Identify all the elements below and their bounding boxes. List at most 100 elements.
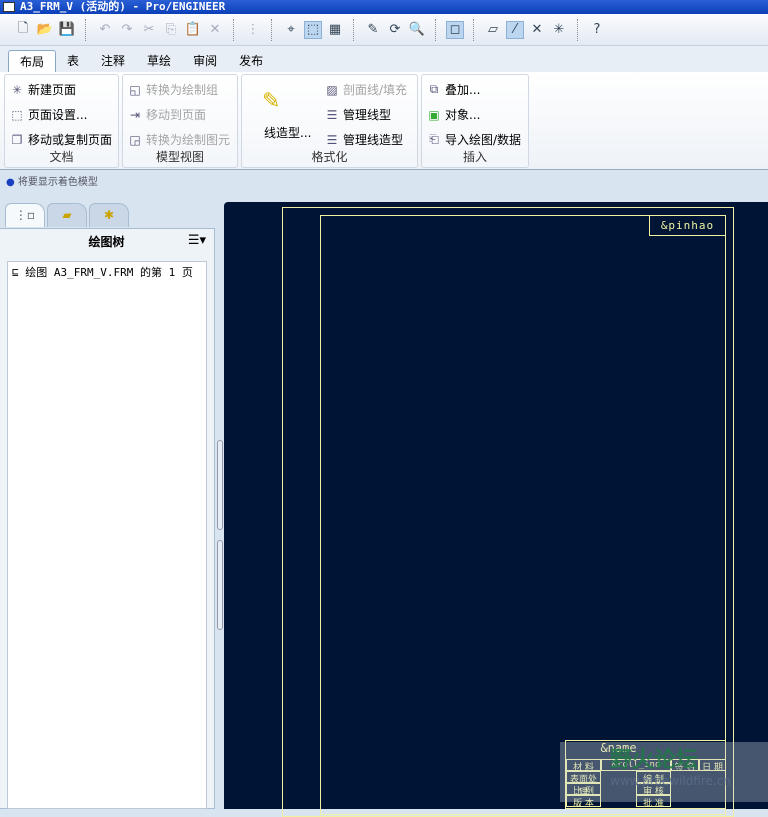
- tab-publish[interactable]: 发布: [228, 50, 274, 72]
- tree-item-label: 绘图 A3_FRM_V.FRM 的第 1 页: [25, 266, 193, 279]
- move-page-icon: ⇥: [129, 107, 141, 122]
- undo-icon[interactable]: ↶: [96, 21, 114, 39]
- line-style-icon: ✎: [262, 89, 281, 114]
- context-help-icon[interactable]: ?: [588, 21, 606, 39]
- tab-review[interactable]: 审阅: [182, 50, 228, 72]
- label: 对象...: [445, 108, 481, 122]
- copy-page-icon: ❐: [11, 132, 23, 147]
- title-bar: A3_FRM_V (活动的) - Pro/ENGINEER: [0, 0, 768, 14]
- separator: [473, 18, 475, 41]
- group-document: ✳ 新建页面 ⬚ 页面设置... ❐ 移动或复制页面 文档: [4, 74, 119, 168]
- model-tree-tab-icon[interactable]: ⋮▫: [5, 203, 45, 227]
- message-area: ● 将要显示着色模型: [0, 172, 768, 196]
- folder-browser-tab-icon[interactable]: ▰: [47, 203, 87, 227]
- bullet-icon: ●: [6, 177, 15, 188]
- label: 转换为绘制图元: [146, 133, 231, 147]
- tab-layout[interactable]: 布局: [8, 50, 57, 72]
- drawing-inner-border: [320, 215, 726, 815]
- delete-icon[interactable]: ✕: [206, 21, 224, 39]
- page-setup-icon: ⬚: [11, 107, 23, 122]
- manage-linetype-button[interactable]: ☰ 管理线型: [324, 106, 391, 123]
- redo-icon[interactable]: ↷: [118, 21, 136, 39]
- watermark-url: www.proewildfire.cn: [610, 774, 731, 788]
- label: 新建页面: [28, 83, 77, 97]
- label: 管理线造型: [343, 133, 404, 147]
- hatch-icon: ▨: [326, 82, 338, 97]
- help-select-icon[interactable]: ▦: [326, 21, 344, 39]
- separator: [577, 18, 579, 41]
- linetype-icon: ☰: [326, 107, 338, 122]
- watermark: 野火论坛 www.proewildfire.cn: [560, 742, 768, 802]
- splitter-handle[interactable]: [217, 540, 223, 630]
- group-model-view: ◱ 转换为绘制组 ⇥ 移动到页面 ◲ 转换为绘制图元 模型视图: [122, 74, 238, 168]
- display-style-icon[interactable]: ◻: [446, 20, 464, 39]
- group-label: 模型视图: [155, 150, 204, 164]
- manage-linestyle-button[interactable]: ☰ 管理线造型: [324, 131, 403, 148]
- tree-icon[interactable]: ⋮: [244, 21, 262, 39]
- sheet-icon: ⊑: [12, 266, 19, 279]
- app-icon: [3, 2, 15, 12]
- csys-display-icon[interactable]: ✳: [550, 21, 568, 39]
- import-icon: ⎗: [429, 132, 439, 146]
- point-display-icon[interactable]: ✕: [528, 21, 546, 39]
- line-style-button[interactable]: 线造型...: [264, 124, 311, 141]
- copy-icon[interactable]: ⎘: [162, 21, 180, 39]
- ribbon-tabs: 布局 表 注释 草绘 审阅 发布: [0, 46, 768, 72]
- redraw-icon[interactable]: ✎: [364, 21, 382, 39]
- group-label: 插入: [462, 150, 487, 164]
- tree-settings-icon[interactable]: ☰▾: [188, 233, 206, 248]
- watermark-text: 野火论坛: [610, 748, 699, 773]
- convert-draw-group-button[interactable]: ◱ 转换为绘制组: [127, 81, 218, 98]
- label: 移动或复制页面: [28, 133, 113, 147]
- regenerate-icon[interactable]: ⟳: [386, 21, 404, 39]
- object-button[interactable]: ▣ 对象...: [426, 106, 480, 123]
- page-setup-button[interactable]: ⬚ 页面设置...: [9, 106, 87, 123]
- splitter-handle[interactable]: [217, 440, 223, 530]
- status-message: 将要显示着色模型: [17, 177, 98, 188]
- plane-display-icon[interactable]: ▱: [484, 21, 502, 39]
- convert-entity-icon: ◲: [129, 132, 141, 147]
- convert-draw-entity-button[interactable]: ◲ 转换为绘制图元: [127, 131, 230, 148]
- favorites-tab-icon[interactable]: ✱: [89, 203, 129, 227]
- paste-icon[interactable]: 📋: [184, 21, 202, 39]
- move-copy-page-button[interactable]: ❐ 移动或复制页面: [9, 131, 112, 148]
- overlay-button[interactable]: ⧉ 叠加...: [426, 81, 481, 98]
- new-page-icon: ✳: [11, 82, 23, 97]
- label: 剖面线/填充: [343, 83, 408, 97]
- overlay-icon: ⧉: [429, 82, 439, 96]
- tab-table[interactable]: 表: [56, 50, 90, 72]
- separator: [353, 18, 355, 41]
- separator: [233, 18, 235, 41]
- import-drawing-button[interactable]: ⎗ 导入绘图/数据: [426, 131, 521, 148]
- separator: [435, 18, 437, 41]
- cut-icon[interactable]: ✂: [140, 21, 158, 39]
- tree-item[interactable]: ⊑ 绘图 A3_FRM_V.FRM 的第 1 页: [8, 262, 206, 282]
- group-format: ✎ 线造型... ▨ 剖面线/填充 ☰ 管理线型 ☰ 管理线造型 格式化: [241, 74, 418, 168]
- find-icon[interactable]: ⌖: [282, 21, 300, 39]
- label: 页面设置...: [28, 108, 88, 122]
- select-box-icon[interactable]: ⬚: [304, 20, 322, 39]
- separator: [85, 18, 87, 41]
- save-icon[interactable]: 💾: [58, 21, 76, 39]
- group-label: 文档: [49, 150, 74, 164]
- open-folder-icon[interactable]: 📂: [36, 21, 54, 39]
- axis-display-icon[interactable]: ⁄: [506, 20, 524, 39]
- new-file-icon[interactable]: 🗋: [14, 21, 32, 39]
- drawing-tree: ⊑ 绘图 A3_FRM_V.FRM 的第 1 页: [7, 261, 207, 809]
- group-label: 格式化: [311, 150, 348, 164]
- move-to-page-button[interactable]: ⇥ 移动到页面: [127, 106, 206, 123]
- tab-sketch[interactable]: 草绘: [136, 50, 182, 72]
- label: 管理线型: [343, 108, 392, 122]
- drawing-tree-panel: 绘图树 ☰▾ ⊑ 绘图 A3_FRM_V.FRM 的第 1 页: [0, 228, 215, 809]
- hatch-fill-button[interactable]: ▨ 剖面线/填充: [324, 81, 407, 98]
- tab-annotate[interactable]: 注释: [90, 50, 136, 72]
- group-insert: ⧉ 叠加... ▣ 对象... ⎗ 导入绘图/数据 插入: [421, 74, 529, 168]
- toolbar: 🗋 📂 💾 ↶ ↷ ✂ ⎘ 📋 ✕ ⋮ ⌖ ⬚ ▦ ✎ ⟳ 🔍 ◻ ▱ ⁄ ✕ …: [0, 14, 768, 46]
- part-number-box: &pinhao: [649, 215, 726, 236]
- new-page-button[interactable]: ✳ 新建页面: [9, 81, 76, 98]
- convert-icon: ◱: [129, 82, 141, 97]
- panel-splitter[interactable]: [216, 440, 224, 630]
- zoom-icon[interactable]: 🔍: [408, 21, 426, 39]
- panel-title: 绘图树: [88, 235, 125, 249]
- label: 移动到页面: [146, 108, 207, 122]
